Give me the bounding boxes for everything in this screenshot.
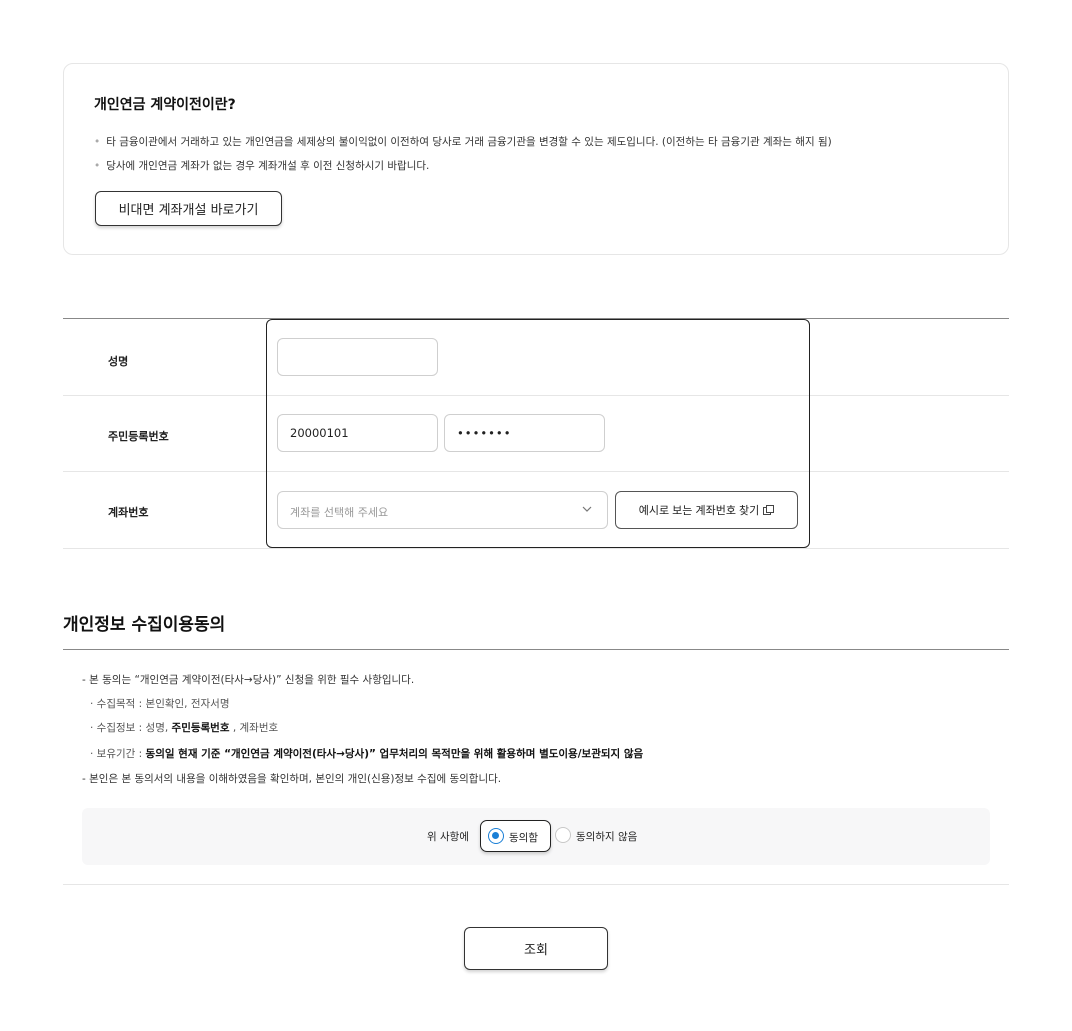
agree-label: 동의함: [509, 832, 538, 844]
agree-radio[interactable]: 동의함: [480, 820, 551, 852]
row-divider: [63, 548, 1009, 549]
info-bullet: • 당사에 개인연금 계좌가 없는 경우 계좌개설 후 이전 신청하시기 바랍니다…: [94, 160, 430, 172]
bullet-dot: •: [94, 160, 101, 172]
consent-question: 위 사항에: [427, 831, 469, 843]
submit-button[interactable]: 조회: [464, 927, 608, 970]
rrn-label: 주민등록번호: [108, 430, 169, 443]
radio-unchecked-icon: [555, 827, 571, 843]
consent-purpose: · 수집목적 : 본인확인, 전자서명: [90, 698, 230, 710]
focus-highlight-frame: [266, 319, 810, 548]
open-account-button[interactable]: 비대면 계좌개설 바로가기: [95, 191, 282, 226]
consent-title: 개인정보 수집이용동의: [63, 615, 226, 635]
consent-period: · 보유기간 : 동의일 현재 기준 “개인연금 계약이전(타사→당사)” 업무…: [90, 748, 644, 760]
info-bullet: • 타 금융이관에서 거래하고 있는 개인연금을 세제상의 불이익없이 이전하여 …: [94, 136, 832, 148]
info-box: 개인연금 계약이전이란? • 타 금융이관에서 거래하고 있는 개인연금을 세제상…: [63, 63, 1009, 255]
info-title: 개인연금 계약이전이란?: [94, 97, 236, 113]
consent-divider: [63, 649, 1009, 650]
disagree-label: 동의하지 않음: [576, 831, 638, 843]
consent-confirm-line: - 본인은 본 동의서의 내용을 이해하였음을 확인하며, 본인의 개인(신용)…: [82, 773, 502, 785]
account-label: 계좌번호: [108, 506, 149, 519]
radio-checked-icon: [488, 828, 504, 844]
name-label: 성명: [108, 355, 129, 368]
bottom-divider: [63, 884, 1009, 885]
consent-line: - 본 동의는 “개인연금 계약이전(타사→당사)” 신청을 위한 필수 사항입…: [82, 674, 415, 686]
bullet-dot: •: [94, 136, 101, 148]
consent-info: · 수집정보 : 성명, 주민등록번호 , 계좌번호: [90, 722, 279, 734]
